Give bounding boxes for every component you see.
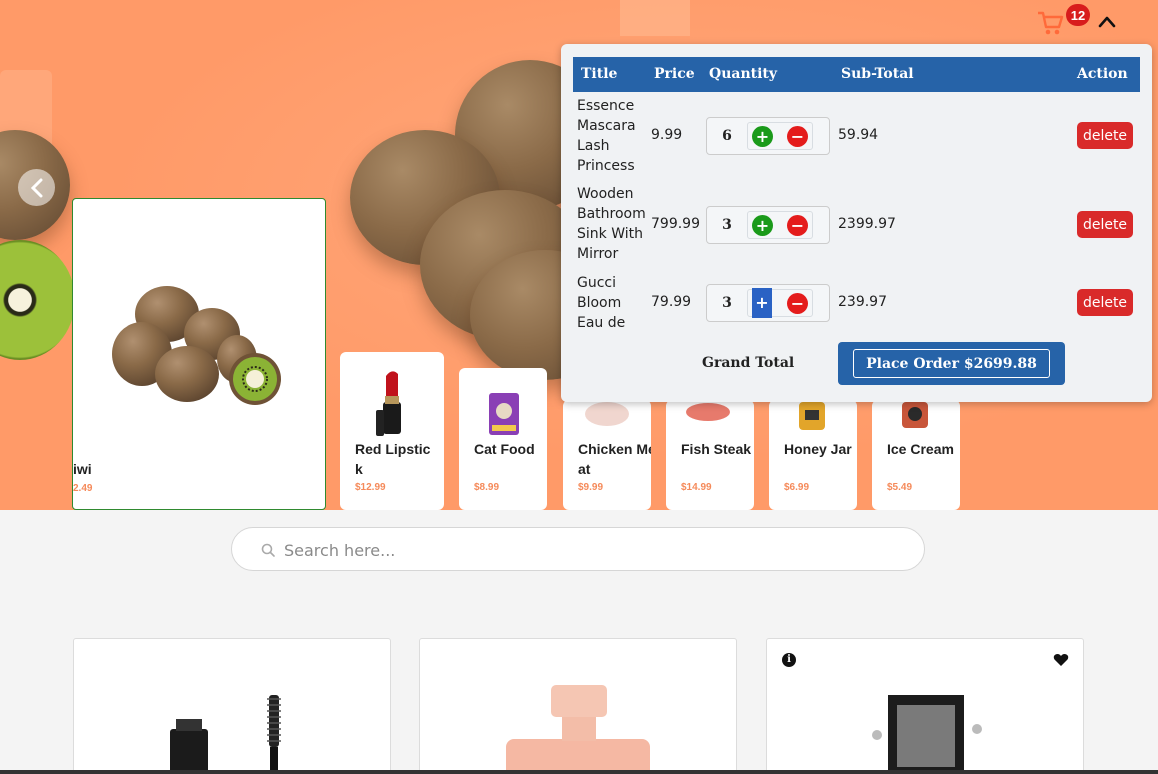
cart-item-price: 9.99: [651, 127, 683, 143]
search-input[interactable]: [284, 537, 884, 563]
search-icon: [261, 543, 275, 557]
lipstick-image: [376, 371, 401, 436]
cart-item-price: 79.99: [651, 294, 692, 310]
grand-total-label: Grand Total: [702, 355, 795, 371]
quantity-value: 3: [722, 295, 732, 311]
column-action: Action: [1077, 66, 1128, 82]
product-card-sink-mirror[interactable]: i: [766, 638, 1084, 774]
quantity-controls: + −: [747, 288, 813, 318]
quantity-stepper: 3 + −: [706, 206, 830, 244]
ice-cream-image: [902, 402, 928, 428]
carousel-item-price: $14.99: [681, 482, 712, 493]
quantity-stepper: 3 + −: [706, 284, 830, 322]
increase-quantity-button[interactable]: +: [752, 215, 773, 236]
product-card-mascara[interactable]: [73, 638, 391, 774]
cart-item-subtotal: 239.97: [838, 294, 887, 310]
background-bottle: [620, 0, 690, 36]
place-order-button[interactable]: Place Order $2699.88: [838, 342, 1065, 385]
quantity-value: 6: [722, 128, 732, 144]
kiwi-product-image: [112, 286, 281, 405]
carousel-item-honey-jar[interactable]: Honey Jar $6.99: [769, 400, 857, 510]
decrease-quantity-button[interactable]: −: [787, 126, 808, 147]
quantity-stepper: 6 + −: [706, 117, 830, 155]
carousel-item-name: Cat Food: [474, 441, 535, 457]
bottom-scrollbar: [0, 770, 1158, 774]
decrease-quantity-button[interactable]: −: [787, 293, 808, 314]
cart-row: Essence Mascara Lash Princess 9.99 6 + −…: [573, 95, 1140, 179]
featured-product-price: 2.49: [73, 483, 93, 494]
carousel-item-cat-food[interactable]: Cat Food $8.99: [459, 368, 547, 510]
carousel-item-price: $8.99: [474, 482, 500, 493]
carousel-item-name: Red Lipstick: [355, 441, 431, 477]
chevron-left-icon: [30, 178, 42, 197]
cart-count-badge: 12: [1066, 4, 1090, 26]
decrease-quantity-button[interactable]: −: [787, 215, 808, 236]
increase-quantity-button[interactable]: +: [752, 126, 773, 147]
carousel-item-price: $12.99: [355, 482, 386, 493]
carousel-featured-card[interactable]: iwi 2.49: [72, 198, 326, 510]
carousel-item-ice-cream[interactable]: Ice Cream $5.49: [872, 400, 960, 510]
chicken-meat-image: [585, 402, 629, 426]
carousel-item-price: $9.99: [578, 482, 604, 493]
cart-row: Wooden Bathroom Sink With Mirror 799.99 …: [573, 183, 1140, 267]
cart-item-subtotal: 2399.97: [838, 216, 896, 232]
quantity-controls: + −: [747, 122, 813, 150]
delete-button[interactable]: delete: [1077, 211, 1133, 238]
carousel-item-fish-steak[interactable]: Fish Steak $14.99: [666, 400, 754, 510]
carousel-item-name: Honey Jar: [784, 441, 852, 457]
carousel-item-chicken-meat[interactable]: Chicken Meat $9.99: [563, 400, 651, 510]
carousel-item-price: $5.49: [887, 482, 913, 493]
carousel-item-name: Ice Cream: [887, 441, 954, 457]
cart-row: Gucci Bloom Eau de 79.99 3 + − 239.97 de…: [573, 272, 1140, 334]
cart-item-title: Gucci Bloom Eau de: [577, 275, 626, 331]
carousel-item-red-lipstick[interactable]: Red Lipstick $12.99: [340, 352, 444, 510]
fish-steak-image: [686, 403, 730, 421]
column-price: Price: [654, 66, 695, 82]
cart-item-title: Wooden Bathroom Sink With Mirror: [577, 186, 646, 262]
search-bar: [231, 527, 925, 571]
delete-button[interactable]: delete: [1077, 289, 1133, 316]
carousel-prev-button[interactable]: [18, 169, 55, 206]
quantity-controls: + −: [747, 211, 813, 239]
sink-mirror-image: [872, 695, 982, 774]
cart-table-header: Title Price Quantity Sub-Total Action: [573, 57, 1140, 92]
product-card-perfume[interactable]: [419, 638, 737, 774]
delete-button[interactable]: delete: [1077, 122, 1133, 149]
column-quantity: Quantity: [709, 66, 778, 82]
cart-dropdown: Title Price Quantity Sub-Total Action Es…: [561, 44, 1152, 402]
cart-item-subtotal: 59.94: [838, 127, 879, 143]
carousel-item-name: Fish Steak: [681, 441, 752, 457]
shopping-cart-icon[interactable]: [1036, 10, 1064, 36]
column-title: Title: [581, 66, 618, 82]
carousel-item-name: Chicken Meat: [578, 441, 651, 477]
perfume-bottle-image: [506, 685, 650, 774]
cart-item-title: Essence Mascara Lash Princess: [577, 98, 636, 174]
mascara-image: [170, 695, 281, 774]
column-subtotal: Sub-Total: [841, 66, 914, 82]
chevron-up-icon[interactable]: [1098, 14, 1116, 30]
featured-product-name: iwi: [73, 461, 92, 477]
honey-jar-image: [799, 402, 825, 430]
increase-quantity-button[interactable]: +: [752, 288, 772, 318]
quantity-value: 3: [722, 217, 732, 233]
carousel-item-price: $6.99: [784, 482, 810, 493]
place-order-label: Place Order $2699.88: [853, 349, 1050, 378]
cart-item-price: 799.99: [651, 216, 700, 232]
